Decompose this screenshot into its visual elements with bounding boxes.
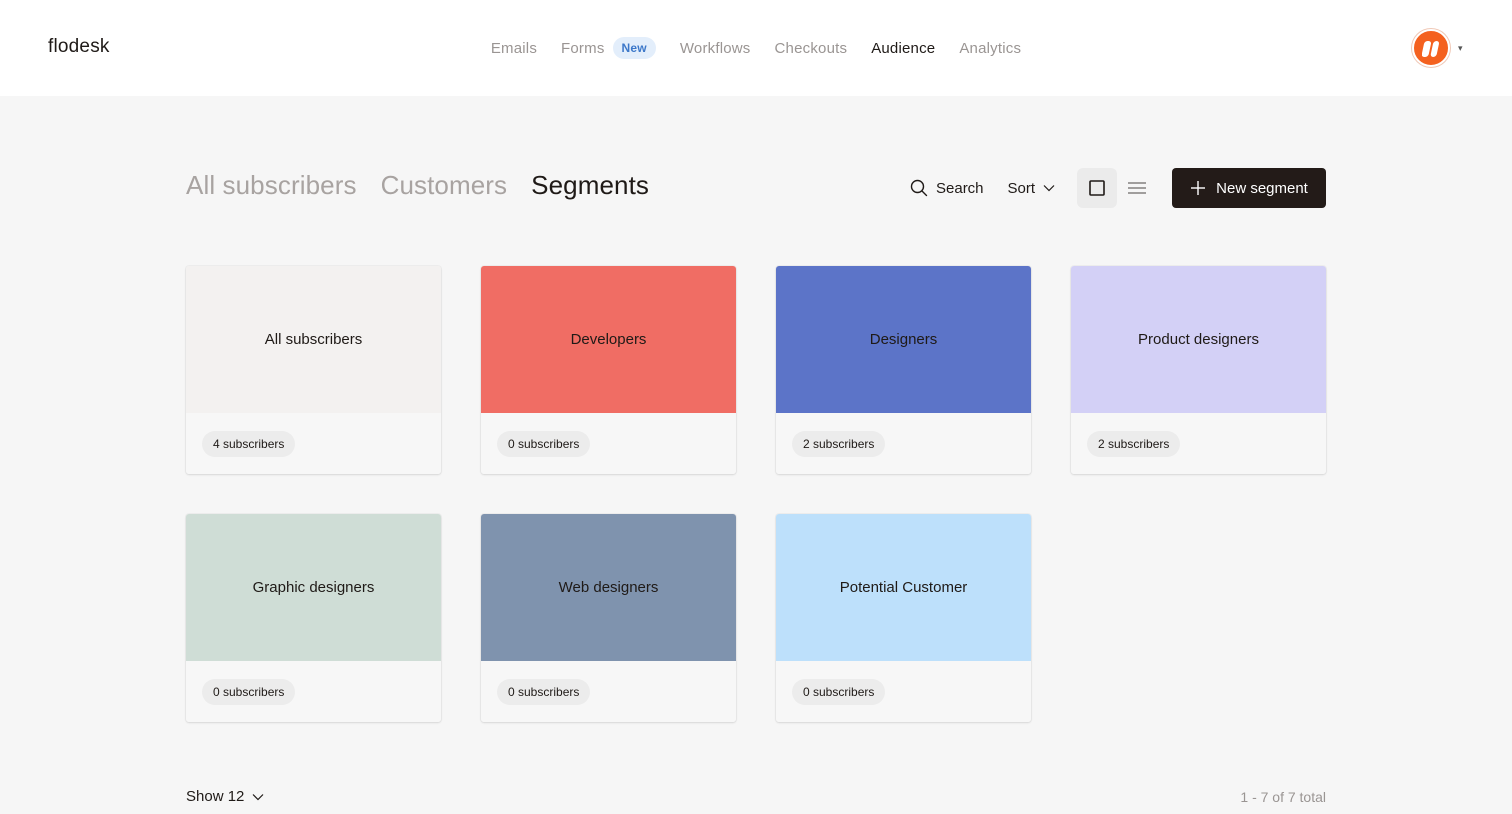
new-badge: New bbox=[612, 37, 656, 59]
brand-mark-icon bbox=[1422, 41, 1440, 57]
subscriber-count-badge: 2 subscribers bbox=[1087, 431, 1181, 457]
segment-cover: Potential Customer bbox=[776, 514, 1031, 661]
subscriber-count-badge: 0 subscribers bbox=[202, 679, 296, 705]
segment-footer: 0 subscribers bbox=[481, 661, 736, 722]
nav-item-audience[interactable]: Audience bbox=[871, 40, 935, 57]
segment-name: Developers bbox=[570, 331, 647, 348]
nav-item-workflows[interactable]: Workflows bbox=[680, 40, 751, 57]
segment-footer: 4 subscribers bbox=[186, 413, 441, 474]
segment-footer: 0 subscribers bbox=[186, 661, 441, 722]
segment-card[interactable]: Graphic designers 0 subscribers bbox=[186, 514, 441, 722]
subscriber-count-badge: 2 subscribers bbox=[792, 431, 886, 457]
segment-cover: Designers bbox=[776, 266, 1031, 413]
segment-card[interactable]: Developers 0 subscribers bbox=[481, 266, 736, 474]
segment-card[interactable]: Potential Customer 0 subscribers bbox=[776, 514, 1031, 722]
subscriber-count-badge: 0 subscribers bbox=[497, 431, 591, 457]
plus-icon bbox=[1191, 181, 1206, 195]
nav-item-label: Forms bbox=[561, 39, 605, 57]
segment-name: Graphic designers bbox=[252, 579, 375, 596]
nav-item-label: Audience bbox=[871, 39, 936, 57]
sort-label: Sort bbox=[1007, 179, 1036, 197]
segment-name: Product designers bbox=[1138, 331, 1259, 348]
segment-card[interactable]: All subscribers 4 subscribers bbox=[186, 266, 441, 474]
grid-view-icon bbox=[1089, 180, 1105, 196]
list-view-icon bbox=[1128, 182, 1147, 194]
audience-tabs: All subscribers Customers Segments bbox=[186, 170, 649, 201]
chevron-down-icon bbox=[1043, 185, 1055, 192]
top-navbar: flodesk Emails Forms New Workflows Check… bbox=[0, 0, 1512, 96]
toolbar: Search Sort bbox=[910, 168, 1157, 208]
segment-cover: Web designers bbox=[481, 514, 736, 661]
segment-name: Potential Customer bbox=[839, 579, 968, 596]
segment-name: Designers bbox=[869, 331, 938, 348]
segment-footer: 0 subscribers bbox=[776, 661, 1031, 722]
subscriber-count-badge: 0 subscribers bbox=[792, 679, 886, 705]
segment-cover: Graphic designers bbox=[186, 514, 441, 661]
chevron-down-icon: ▾ bbox=[1458, 42, 1463, 53]
nav-item-analytics[interactable]: Analytics bbox=[959, 40, 1021, 57]
segment-cover: All subscribers bbox=[186, 266, 441, 413]
nav-item-label: Workflows bbox=[679, 39, 751, 57]
search-icon bbox=[910, 179, 928, 197]
segment-name: Web designers bbox=[558, 579, 659, 596]
list-view-toggle[interactable] bbox=[1117, 168, 1157, 208]
search-button[interactable]: Search bbox=[910, 179, 984, 197]
avatar bbox=[1412, 29, 1450, 67]
segment-name: All subscribers bbox=[264, 331, 363, 348]
subscriber-count-badge: 4 subscribers bbox=[202, 431, 296, 457]
segment-card[interactable]: Web designers 0 subscribers bbox=[481, 514, 736, 722]
grid-view-toggle[interactable] bbox=[1077, 168, 1118, 208]
nav-item-label: Checkouts bbox=[774, 39, 848, 57]
segment-footer: 2 subscribers bbox=[776, 413, 1031, 474]
nav-item-label: Analytics bbox=[959, 39, 1022, 57]
tab-segments[interactable]: Segments bbox=[531, 170, 649, 201]
main-nav: Emails Forms New Workflows Checkouts Aud… bbox=[0, 0, 1512, 96]
pagination-total: 1 - 7 of 7 total bbox=[1240, 789, 1326, 805]
nav-item-label: Emails bbox=[490, 39, 538, 57]
account-menu[interactable]: ▾ bbox=[1412, 29, 1463, 67]
new-segment-button[interactable]: New segment bbox=[1172, 168, 1326, 208]
new-segment-label: New segment bbox=[1216, 179, 1308, 197]
subscriber-count-badge: 0 subscribers bbox=[497, 679, 591, 705]
segment-card[interactable]: Product designers 2 subscribers bbox=[1071, 266, 1326, 474]
segment-footer: 2 subscribers bbox=[1071, 413, 1326, 474]
segment-cover: Developers bbox=[481, 266, 736, 413]
segment-card[interactable]: Designers 2 subscribers bbox=[776, 266, 1031, 474]
tab-all-subscribers[interactable]: All subscribers bbox=[186, 170, 357, 201]
nav-item-checkouts[interactable]: Checkouts bbox=[775, 40, 848, 57]
sort-dropdown[interactable]: Sort bbox=[1008, 180, 1056, 197]
nav-item-forms[interactable]: Forms New bbox=[561, 37, 656, 59]
page-size-label: Show 12 bbox=[186, 788, 245, 805]
nav-item-emails[interactable]: Emails bbox=[491, 40, 537, 57]
segment-footer: 0 subscribers bbox=[481, 413, 736, 474]
segment-cover: Product designers bbox=[1071, 266, 1326, 413]
page-size-dropdown[interactable]: Show 12 bbox=[186, 788, 264, 805]
search-label: Search bbox=[936, 179, 984, 197]
tab-customers[interactable]: Customers bbox=[381, 170, 508, 201]
chevron-down-icon bbox=[252, 793, 264, 800]
